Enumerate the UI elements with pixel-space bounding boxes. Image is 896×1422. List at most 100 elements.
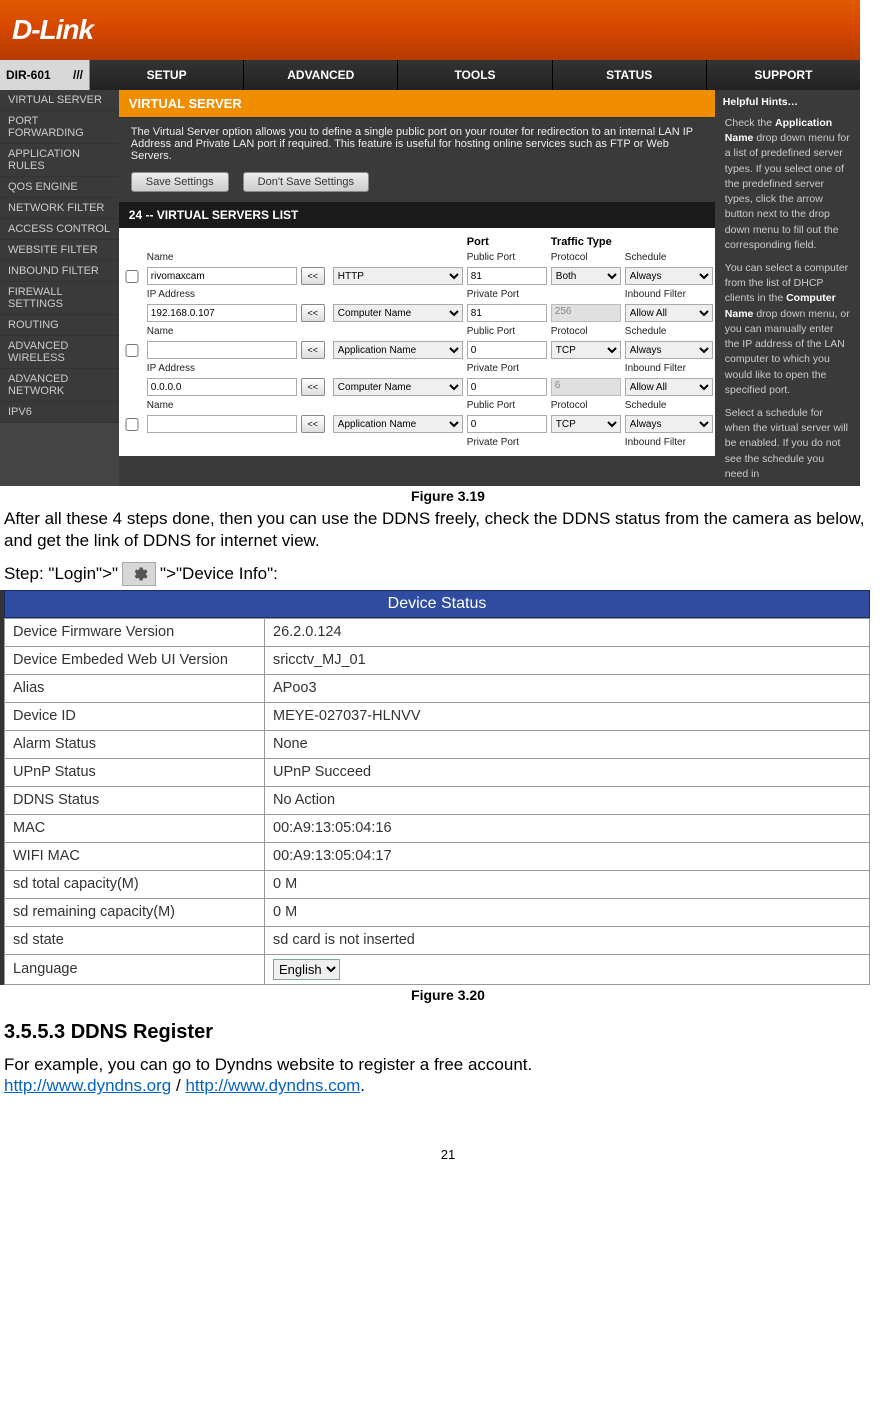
public-port-input[interactable] <box>467 341 547 359</box>
sidebar: VIRTUAL SERVER PORT FORWARDING APPLICATI… <box>0 90 119 486</box>
arrow-button[interactable]: << <box>301 415 325 433</box>
step-line: Step: "Login">" ">"Device Info": <box>4 562 892 586</box>
register-paragraph: For example, you can go to Dyndns websit… <box>4 1054 892 1098</box>
sidebar-item-network-filter[interactable]: NETWORK FILTER <box>0 198 119 219</box>
sidebar-item-inbound-filter[interactable]: INBOUND FILTER <box>0 261 119 282</box>
arrow-button[interactable]: << <box>301 304 325 322</box>
dont-save-button[interactable]: Don't Save Settings <box>243 172 369 192</box>
public-port-input[interactable] <box>467 267 547 285</box>
table-row: Language English <box>5 954 870 984</box>
protocol-label: Protocol <box>551 400 621 411</box>
name-label: Name <box>147 326 297 337</box>
ds-label: Language <box>5 954 265 984</box>
private-port-input[interactable] <box>467 304 547 322</box>
ds-label: sd state <box>5 926 265 954</box>
tab-support[interactable]: SUPPORT <box>707 60 860 90</box>
computer-name-select[interactable]: Computer Name <box>333 304 463 322</box>
private-port-label: Private Port <box>467 437 547 448</box>
model-selector[interactable]: DIR-601 /// <box>0 60 90 90</box>
tab-tools[interactable]: TOOLS <box>398 60 552 90</box>
table-row: WIFI MAC00:A9:13:05:04:17 <box>5 842 870 870</box>
name-label: Name <box>147 252 297 263</box>
hints-title: Helpful Hints… <box>715 90 860 112</box>
schedule-select[interactable]: Always <box>625 415 713 433</box>
tab-setup[interactable]: SETUP <box>90 60 244 90</box>
enable-checkbox[interactable] <box>121 418 143 431</box>
public-port-label: Public Port <box>467 326 547 337</box>
table-row: IP Address Private Port Inbound Filter <box>121 361 713 376</box>
tab-status[interactable]: STATUS <box>553 60 707 90</box>
private-port-input[interactable] <box>467 378 547 396</box>
step-suffix: ">"Device Info": <box>160 564 278 584</box>
schedule-select[interactable]: Always <box>625 267 713 285</box>
name-input[interactable] <box>147 415 297 433</box>
table-row: << Application Name TCP Always <box>121 339 713 361</box>
schedule-label: Schedule <box>625 252 713 263</box>
protocol-select[interactable]: Both <box>551 267 621 285</box>
table-row: Name Public Port Protocol Schedule <box>121 250 713 265</box>
language-select[interactable]: English <box>273 959 340 980</box>
section-heading: 3.5.5.3 DDNS Register <box>4 1021 892 1044</box>
reg-text: For example, you can go to Dyndns websit… <box>4 1055 532 1074</box>
vs-list: Port Traffic Type Name Public Port Proto… <box>119 228 715 456</box>
vs-list-title: 24 -- VIRTUAL SERVERS LIST <box>119 202 715 228</box>
device-status-title: Device Status <box>4 590 870 618</box>
schedule-label: Schedule <box>625 326 713 337</box>
protocol-select[interactable]: TCP <box>551 341 621 359</box>
inbound-select[interactable]: Allow All <box>625 378 713 396</box>
ds-value: sricctv_MJ_01 <box>265 646 870 674</box>
sidebar-item-virtual-server[interactable]: VIRTUAL SERVER <box>0 90 119 111</box>
save-settings-button[interactable]: Save Settings <box>131 172 229 192</box>
sidebar-item-access-control[interactable]: ACCESS CONTROL <box>0 219 119 240</box>
ds-value: English <box>265 954 870 984</box>
traffic-disabled: 6 <box>551 378 621 396</box>
sidebar-item-advanced-network[interactable]: ADVANCED NETWORK <box>0 369 119 402</box>
computer-name-select[interactable]: Computer Name <box>333 378 463 396</box>
ip-label: IP Address <box>147 363 297 374</box>
hints-body-2: You can select a computer from the list … <box>715 257 860 402</box>
dyndns-com-link[interactable]: http://www.dyndns.com <box>185 1076 360 1095</box>
arrow-button[interactable]: << <box>301 378 325 396</box>
protocol-select[interactable]: TCP <box>551 415 621 433</box>
dyndns-org-link[interactable]: http://www.dyndns.org <box>4 1076 171 1095</box>
table-row: Device IDMEYE-027037-HLNVV <box>5 702 870 730</box>
name-input[interactable] <box>147 341 297 359</box>
ip-input[interactable] <box>147 378 297 396</box>
ip-label: IP Address <box>147 289 297 300</box>
public-port-input[interactable] <box>467 415 547 433</box>
app-name-select[interactable]: Application Name <box>333 415 463 433</box>
ip-input[interactable] <box>147 304 297 322</box>
tab-advanced[interactable]: ADVANCED <box>244 60 398 90</box>
enable-checkbox[interactable] <box>121 344 143 357</box>
name-input[interactable] <box>147 267 297 285</box>
table-row: DDNS StatusNo Action <box>5 786 870 814</box>
figure-caption-1: Figure 3.19 <box>0 488 896 504</box>
col-traffic: Traffic Type <box>551 236 621 248</box>
device-status-table: Device Firmware Version26.2.0.124Device … <box>4 618 870 985</box>
enable-checkbox[interactable] <box>121 270 143 283</box>
section-title: VIRTUAL SERVER <box>119 90 715 118</box>
sidebar-item-routing[interactable]: ROUTING <box>0 315 119 336</box>
sidebar-item-ipv6[interactable]: IPV6 <box>0 402 119 423</box>
sidebar-item-qos-engine[interactable]: QOS ENGINE <box>0 177 119 198</box>
sidebar-item-port-forwarding[interactable]: PORT FORWARDING <box>0 111 119 144</box>
sidebar-item-advanced-wireless[interactable]: ADVANCED WIRELESS <box>0 336 119 369</box>
app-name-select[interactable]: Application Name <box>333 341 463 359</box>
arrow-button[interactable]: << <box>301 341 325 359</box>
inbound-select[interactable]: Allow All <box>625 304 713 322</box>
ds-label: Alarm Status <box>5 730 265 758</box>
app-name-select[interactable]: HTTP <box>333 267 463 285</box>
sidebar-item-website-filter[interactable]: WEBSITE FILTER <box>0 240 119 261</box>
sidebar-item-application-rules[interactable]: APPLICATION RULES <box>0 144 119 177</box>
arrow-button[interactable]: << <box>301 267 325 285</box>
schedule-select[interactable]: Always <box>625 341 713 359</box>
table-row: UPnP StatusUPnP Succeed <box>5 758 870 786</box>
sidebar-item-firewall-settings[interactable]: FIREWALL SETTINGS <box>0 282 119 315</box>
ds-value: None <box>265 730 870 758</box>
ds-label: Device Firmware Version <box>5 618 265 646</box>
router-admin-ui: D-Link DIR-601 /// SETUP ADVANCED TOOLS … <box>0 0 860 486</box>
table-row: Name Public Port Protocol Schedule <box>121 398 713 413</box>
table-row: << HTTP Both Always <box>121 265 713 287</box>
after: . <box>360 1076 365 1095</box>
ds-label: UPnP Status <box>5 758 265 786</box>
